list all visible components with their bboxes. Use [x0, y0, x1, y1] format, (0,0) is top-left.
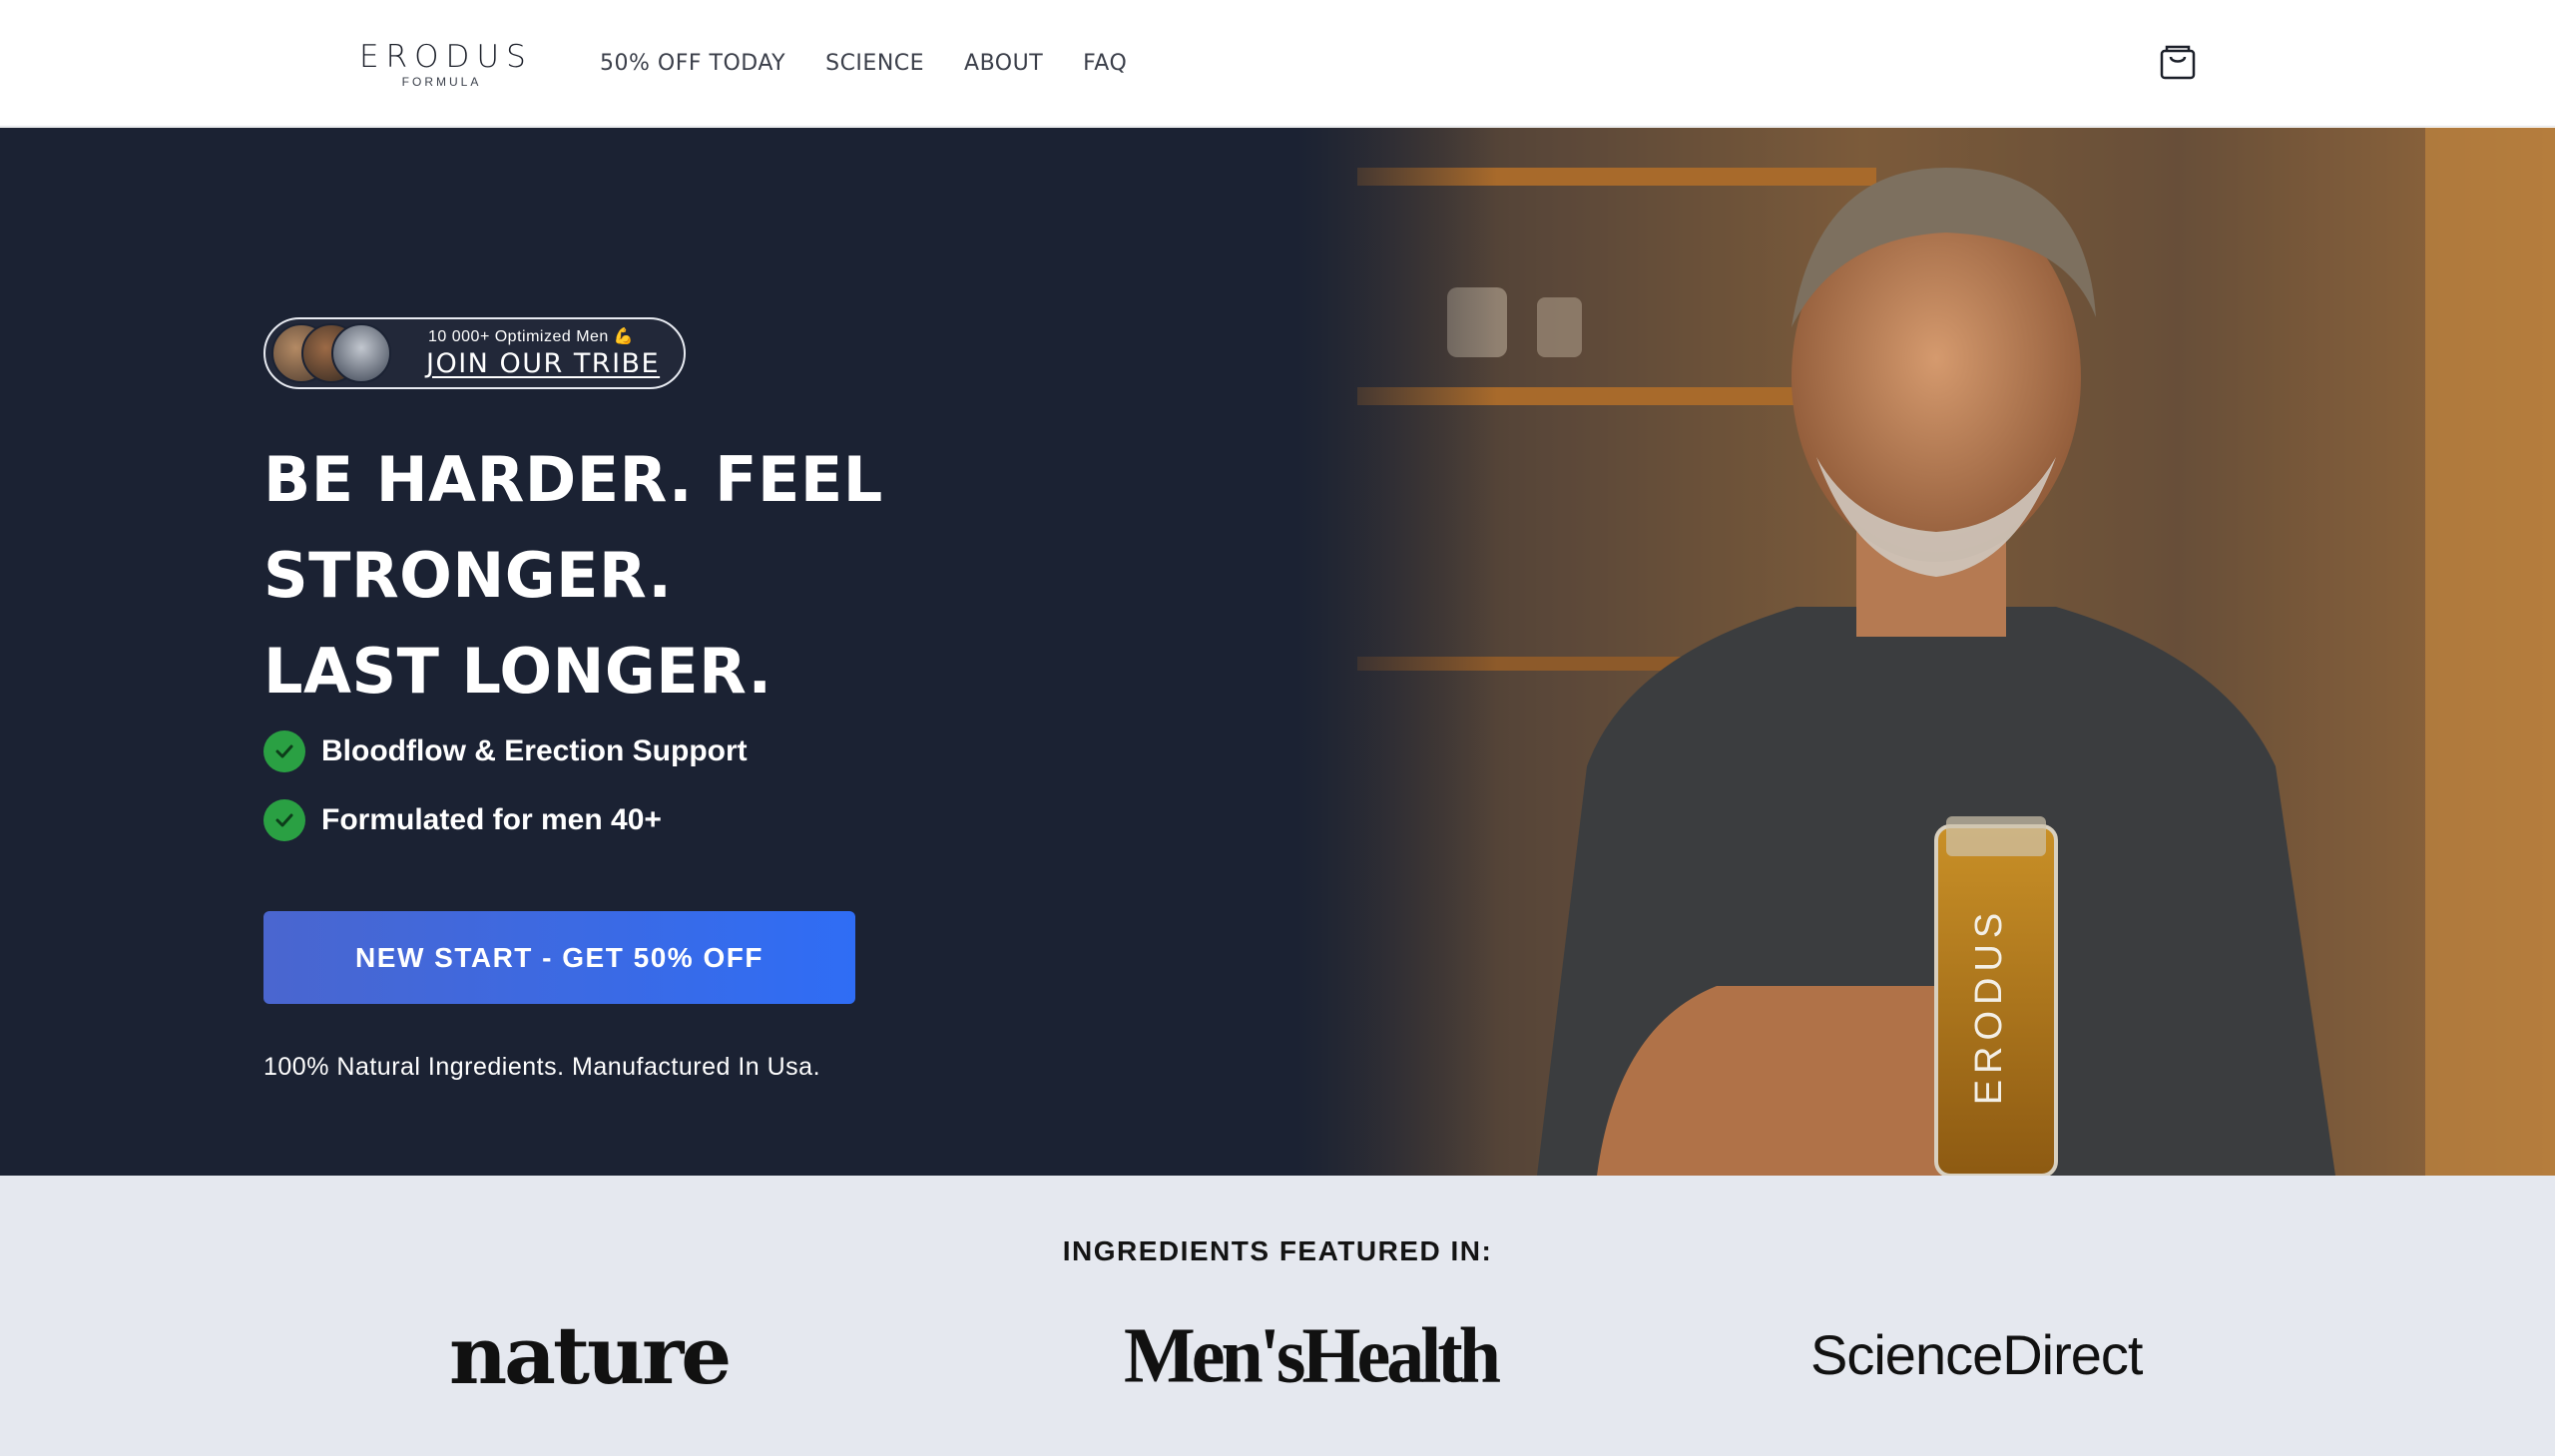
shopping-bag-icon[interactable] [2159, 43, 2197, 81]
logo-wordmark: ERODUS [359, 39, 533, 75]
headline-line-1: BE HARDER. FEEL STRONGER. [263, 443, 883, 612]
bottle-label: ERODUS [1968, 907, 2010, 1106]
brand-logo[interactable]: ERODUS FORMULA [359, 39, 533, 90]
mens-health-logo: Men'sHealth [1124, 1310, 1501, 1400]
headline-line-2: LAST LONGER. [263, 635, 772, 708]
nav-link-faq[interactable]: FAQ [1083, 48, 1127, 80]
avatar [331, 323, 391, 383]
tribe-member-count: 10 000+ Optimized Men 💪 [428, 328, 635, 345]
benefit-item: Formulated for men 40+ [263, 799, 662, 841]
nature-logo: nature [449, 1308, 732, 1402]
get-offer-button[interactable]: NEW START - GET 50% OFF [263, 911, 855, 1004]
site-header: ERODUS FORMULA 50% OFF TODAY SCIENCE ABO… [0, 0, 2555, 127]
hero-headline: BE HARDER. FEEL STRONGER. LAST LONGER. [263, 432, 1311, 720]
main-nav: 50% OFF TODAY SCIENCE ABOUT FAQ [600, 48, 1127, 80]
hero-section: ERODUS 10 000+ Optimized Men 💪 JOIN OUR … [0, 128, 2555, 1176]
featured-title: INGREDIENTS FEATURED IN: [1062, 1235, 1493, 1266]
join-tribe-badge[interactable]: 10 000+ Optimized Men 💪 JOIN OUR TRIBE [263, 317, 686, 389]
check-icon [263, 730, 305, 772]
join-tribe-link[interactable]: JOIN OUR TRIBE [426, 347, 660, 381]
check-icon [263, 799, 305, 841]
nav-link-about[interactable]: ABOUT [964, 48, 1043, 80]
nav-link-offer[interactable]: 50% OFF TODAY [600, 48, 785, 80]
benefit-text: Bloodflow & Erection Support [321, 734, 748, 767]
nav-link-science[interactable]: SCIENCE [825, 48, 924, 80]
natural-ingredients-note: 100% Natural Ingredients. Manufactured I… [263, 1053, 821, 1081]
featured-in-section: INGREDIENTS FEATURED IN: nature Men'sHea… [0, 1176, 2555, 1456]
benefit-text: Formulated for men 40+ [321, 803, 662, 836]
logo-subtitle: FORMULA [401, 75, 482, 89]
benefit-item: Bloodflow & Erection Support [263, 730, 748, 772]
hero-image-fade [1297, 128, 1497, 1176]
member-avatars [271, 323, 421, 383]
sciencedirect-logo: ScienceDirect [1810, 1323, 2143, 1386]
